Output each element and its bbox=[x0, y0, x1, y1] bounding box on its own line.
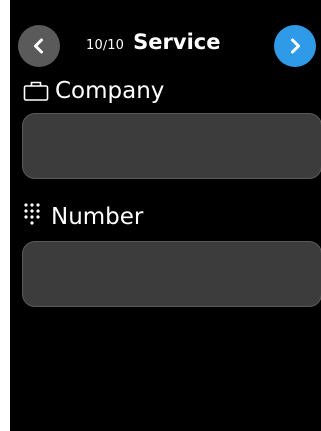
chevron-left-icon bbox=[30, 37, 48, 55]
company-label: Company bbox=[23, 78, 164, 104]
briefcase-icon bbox=[23, 80, 49, 102]
chevron-right-icon bbox=[286, 37, 304, 55]
keypad-icon bbox=[23, 202, 45, 232]
page-title: 10/10 Service bbox=[86, 30, 220, 60]
number-label: Number bbox=[23, 202, 143, 232]
company-label-text: Company bbox=[55, 78, 165, 104]
step-total: 10 bbox=[107, 38, 125, 53]
back-button[interactable] bbox=[18, 25, 60, 67]
company-input[interactable] bbox=[22, 113, 321, 179]
number-input[interactable] bbox=[22, 241, 321, 307]
step-current: 10 bbox=[86, 38, 103, 53]
number-label-text: Number bbox=[51, 204, 144, 230]
step-counter: 10/10 bbox=[86, 38, 124, 53]
next-button[interactable] bbox=[274, 25, 316, 67]
page-title-text: Service bbox=[133, 30, 221, 54]
device-screen: 10/10 Service Company Number bbox=[10, 0, 321, 431]
